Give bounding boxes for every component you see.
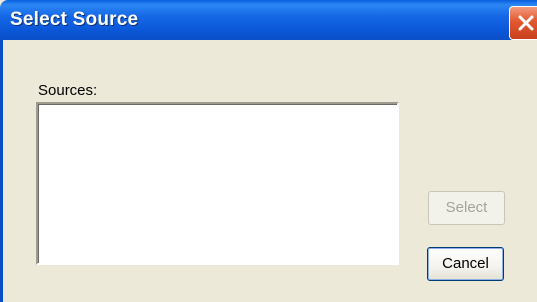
close-button[interactable] [509,6,537,40]
select-button[interactable]: Select [428,191,505,225]
window-title: Select Source [10,9,139,30]
close-icon [518,15,534,31]
sources-listbox[interactable] [36,102,399,265]
sources-label: Sources: [38,82,98,99]
select-source-dialog: Select Source Sources: Select Cancel [0,0,537,302]
cancel-button[interactable]: Cancel [427,247,504,281]
title-bar[interactable]: Select Source [0,0,537,40]
